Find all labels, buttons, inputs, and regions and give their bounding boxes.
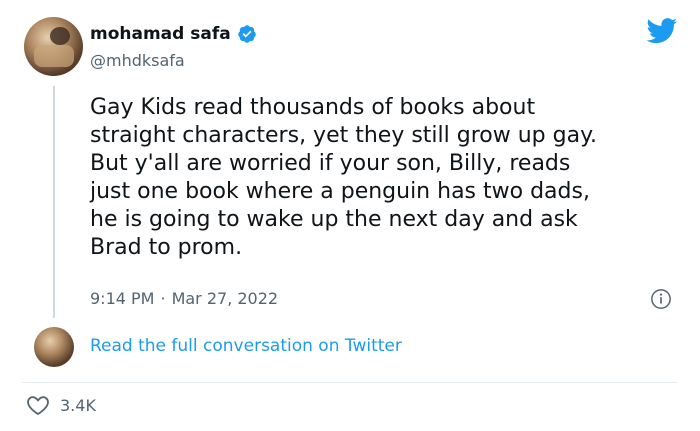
tweet-date[interactable]: Mar 27, 2022 — [172, 289, 279, 308]
thread-line — [53, 86, 55, 318]
embedded-tweet: mohamad safa @mhdksafa Gay Kids read tho… — [0, 0, 700, 431]
tweet-time[interactable]: 9:14 PM — [90, 289, 154, 308]
tweet-timestamp[interactable]: 9:14 PM · Mar 27, 2022 — [90, 289, 278, 308]
info-icon[interactable] — [650, 288, 672, 310]
author-display-name[interactable]: mohamad safa — [90, 24, 231, 44]
read-conversation-link[interactable]: Read the full conversation on Twitter — [90, 336, 402, 356]
author-avatar[interactable] — [24, 17, 83, 76]
like-action[interactable]: 3.4K — [26, 394, 96, 416]
heart-icon[interactable] — [26, 394, 50, 416]
author-handle[interactable]: @mhdksafa — [90, 51, 185, 70]
twitter-bird-icon[interactable] — [646, 18, 678, 44]
author-name-row[interactable]: mohamad safa — [90, 24, 257, 44]
meta-separator: · — [160, 289, 166, 308]
like-count: 3.4K — [60, 395, 96, 415]
divider — [22, 382, 678, 383]
conversation-avatar[interactable] — [34, 327, 74, 367]
tweet-body: Gay Kids read thousands of books about s… — [90, 95, 597, 260]
verified-badge-icon — [237, 25, 256, 43]
